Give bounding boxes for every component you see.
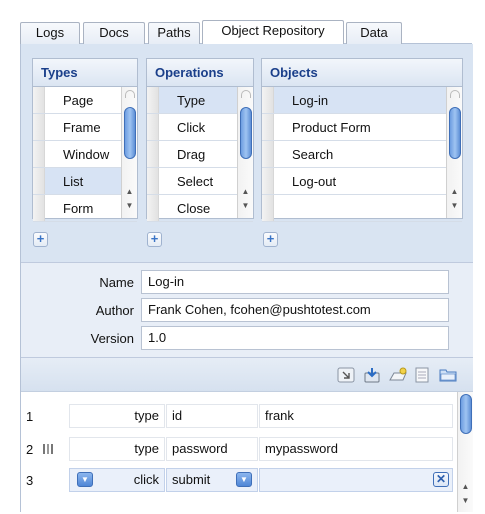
list-item[interactable]: Product Form xyxy=(262,114,462,141)
scroll-thumb[interactable] xyxy=(124,107,136,159)
command-cell[interactable]: type xyxy=(69,437,165,461)
drag-handle-icon[interactable] xyxy=(43,444,53,454)
clear-icon[interactable]: ✕ xyxy=(433,472,449,487)
name-field[interactable]: Log-in xyxy=(141,270,449,294)
objects-scrollbar[interactable]: ▲ ▼ xyxy=(446,87,462,218)
tab-docs[interactable]: Docs xyxy=(83,22,145,44)
operations-rows: Type Click Drag Select Close ▲ ▼ xyxy=(147,87,253,222)
value-cell[interactable]: frank xyxy=(259,404,453,428)
version-label: Version xyxy=(90,331,134,346)
scroll-down-icon[interactable]: ▼ xyxy=(458,494,473,507)
list-item[interactable]: Search xyxy=(262,141,462,168)
add-type-button[interactable]: + xyxy=(33,232,48,247)
name-label: Name xyxy=(99,275,134,290)
folder-icon[interactable] xyxy=(439,367,457,383)
tab-object-repository[interactable]: Object Repository xyxy=(202,20,344,44)
target-cell[interactable]: password xyxy=(166,437,258,461)
list-item[interactable]: Log-out xyxy=(262,168,462,195)
table-row[interactable]: 1 type id frank xyxy=(21,404,453,430)
scroll-thumb[interactable] xyxy=(240,107,252,159)
step-number: 1 xyxy=(26,409,34,424)
scroll-down-icon[interactable]: ▼ xyxy=(122,199,137,212)
step-toolbar xyxy=(21,358,473,392)
tab-logs[interactable]: Logs xyxy=(20,22,80,44)
import-icon[interactable] xyxy=(363,367,381,383)
list-item[interactable] xyxy=(262,195,462,222)
types-scrollbar[interactable]: ▲ ▼ xyxy=(121,87,137,218)
tab-bar: Logs Docs Paths Object Repository Data xyxy=(20,20,472,44)
export-icon[interactable] xyxy=(337,367,355,383)
objects-rows: Log-in Product Form Search Log-out ▲ ▼ xyxy=(262,87,462,222)
types-rows: Page Frame Window List Form ▲ ▼ xyxy=(33,87,137,222)
chevron-down-icon[interactable]: ▼ xyxy=(77,472,93,487)
chevron-down-icon[interactable]: ▼ xyxy=(236,472,252,487)
step-number: 2 xyxy=(26,442,34,457)
step-number: 3 xyxy=(26,473,34,488)
scroll-thumb[interactable] xyxy=(449,107,461,159)
operations-scrollbar[interactable]: ▲ ▼ xyxy=(237,87,253,218)
table-row[interactable]: 2 type password mypassword xyxy=(21,437,453,463)
command-cell[interactable]: type xyxy=(69,404,165,428)
scroll-thumb[interactable] xyxy=(460,394,472,434)
types-header: Types xyxy=(33,59,137,87)
lists-panel: Types Page Frame Window List Form ▲ ▼ Op… xyxy=(21,44,473,262)
value-field[interactable] xyxy=(259,468,453,492)
scroll-down-icon[interactable]: ▼ xyxy=(238,199,253,212)
author-field[interactable]: Frank Cohen, fcohen@pushtotest.com xyxy=(141,298,449,322)
author-label: Author xyxy=(95,303,134,318)
tab-paths[interactable]: Paths xyxy=(148,22,200,44)
steps-table: 1 type id frank 2 type password mypasswo… xyxy=(21,392,473,512)
scroll-up-icon[interactable]: ▲ xyxy=(122,185,137,198)
value-cell[interactable]: mypassword xyxy=(259,437,453,461)
list-item-selected[interactable]: Log-in xyxy=(262,87,462,114)
scroll-up-icon[interactable]: ▲ xyxy=(458,480,473,493)
target-cell[interactable]: id xyxy=(166,404,258,428)
version-field[interactable]: 1.0 xyxy=(141,326,449,350)
scroll-up-icon[interactable]: ▲ xyxy=(238,185,253,198)
scroll-down-icon[interactable]: ▼ xyxy=(447,199,462,212)
operations-list: Operations Type Click Drag Select Close … xyxy=(146,58,254,222)
steps-scrollbar[interactable]: ▲ ▼ xyxy=(457,392,473,512)
object-properties: Name Log-in Author Frank Cohen, fcohen@p… xyxy=(21,262,473,358)
table-row-editing[interactable]: 3 click ▼ submit ▼ ✕ xyxy=(21,468,453,494)
types-list: Types Page Frame Window List Form ▲ ▼ xyxy=(32,58,138,222)
operations-header: Operations xyxy=(147,59,253,87)
add-object-button[interactable]: + xyxy=(263,232,278,247)
new-object-icon[interactable] xyxy=(389,367,407,383)
document-icon[interactable] xyxy=(413,367,431,383)
add-operation-button[interactable]: + xyxy=(147,232,162,247)
tab-data[interactable]: Data xyxy=(346,22,402,44)
objects-header: Objects xyxy=(262,59,462,87)
objects-list: Objects Log-in Product Form Search Log-o… xyxy=(261,58,463,222)
scroll-up-icon[interactable]: ▲ xyxy=(447,185,462,198)
object-repository-panel: Types Page Frame Window List Form ▲ ▼ Op… xyxy=(20,44,473,512)
